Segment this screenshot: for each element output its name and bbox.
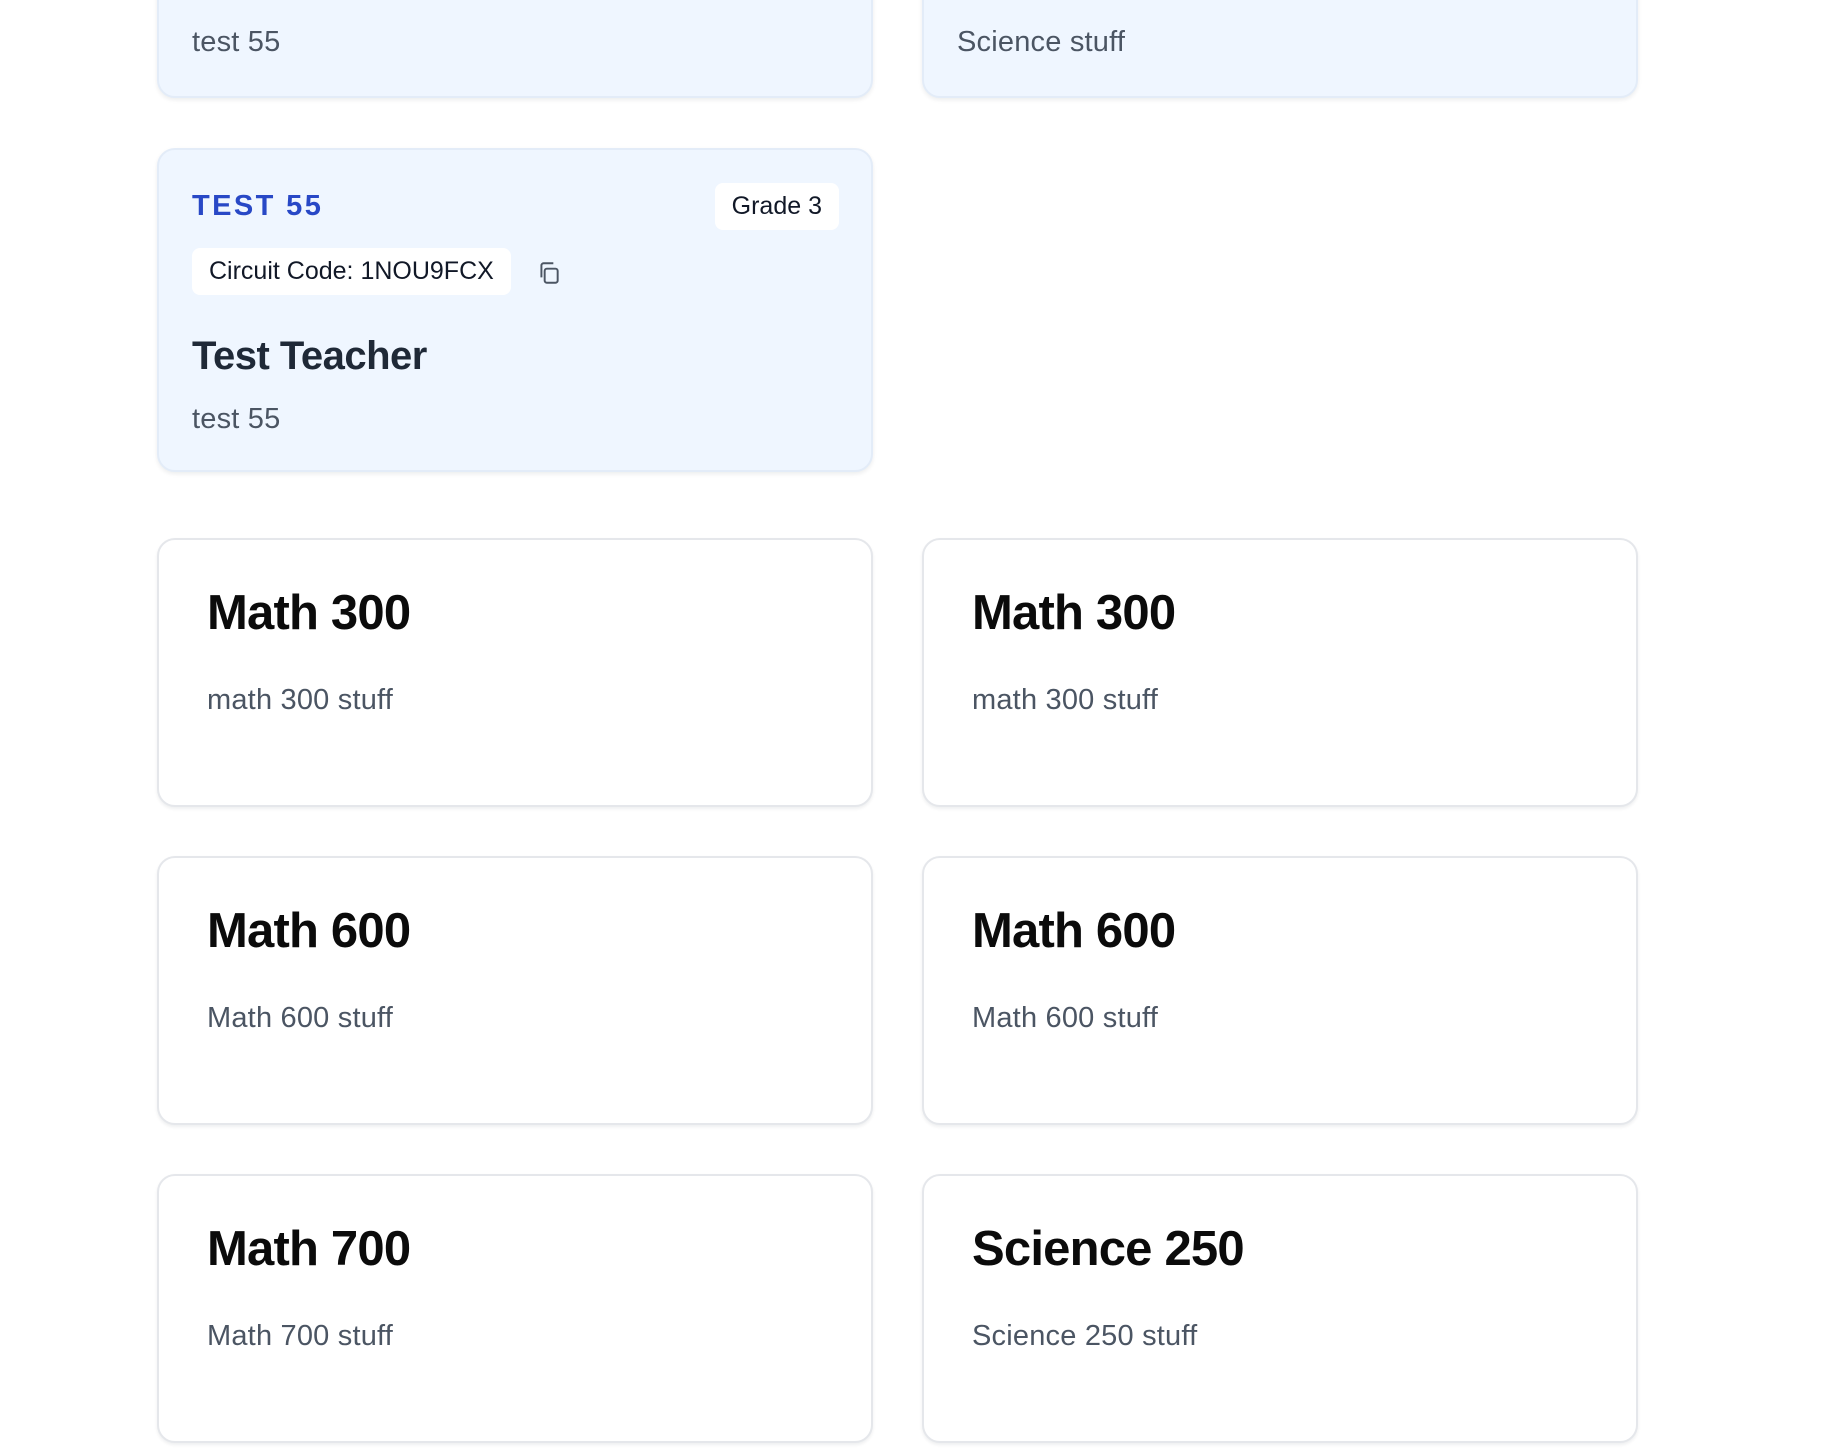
class-name: TEST 55 <box>192 190 324 222</box>
circuit-code-badge: Circuit Code: 1NOU9FCX <box>192 248 511 295</box>
course-card[interactable]: Math 700 Math 700 stuff <box>157 1174 873 1443</box>
course-description: Math 700 stuff <box>207 1320 394 1352</box>
course-title: Math 600 <box>972 904 1176 958</box>
class-card-partial-1[interactable]: test 55 <box>157 0 873 98</box>
course-title: Math 300 <box>972 586 1176 640</box>
page: test 55 Science stuff TEST 55 Grade 3 Ci… <box>0 0 1846 1456</box>
course-description: math 300 stuff <box>972 684 1159 716</box>
course-description: math 300 stuff <box>207 684 394 716</box>
teacher-name: Test Teacher <box>192 334 427 378</box>
course-description: Math 600 stuff <box>972 1002 1159 1034</box>
class-card-partial-2[interactable]: Science stuff <box>922 0 1638 98</box>
copy-icon[interactable] <box>531 255 567 291</box>
grade-badge: Grade 3 <box>714 183 839 230</box>
course-title: Math 600 <box>207 904 411 958</box>
course-card[interactable]: Math 300 math 300 stuff <box>157 538 873 807</box>
course-title: Science 250 <box>972 1222 1245 1276</box>
course-description: Math 600 stuff <box>207 1002 394 1034</box>
class-description: test 55 <box>192 403 281 435</box>
course-title: Math 700 <box>207 1222 411 1276</box>
class-description: test 55 <box>192 26 281 58</box>
course-description: Science 250 stuff <box>972 1320 1198 1352</box>
course-card[interactable]: Math 300 math 300 stuff <box>922 538 1638 807</box>
class-card[interactable]: TEST 55 Grade 3 Circuit Code: 1NOU9FCX T… <box>157 148 873 472</box>
course-title: Math 300 <box>207 586 411 640</box>
class-description: Science stuff <box>957 26 1126 58</box>
course-card[interactable]: Math 600 Math 600 stuff <box>157 856 873 1125</box>
course-card[interactable]: Science 250 Science 250 stuff <box>922 1174 1638 1443</box>
course-card[interactable]: Math 600 Math 600 stuff <box>922 856 1638 1125</box>
